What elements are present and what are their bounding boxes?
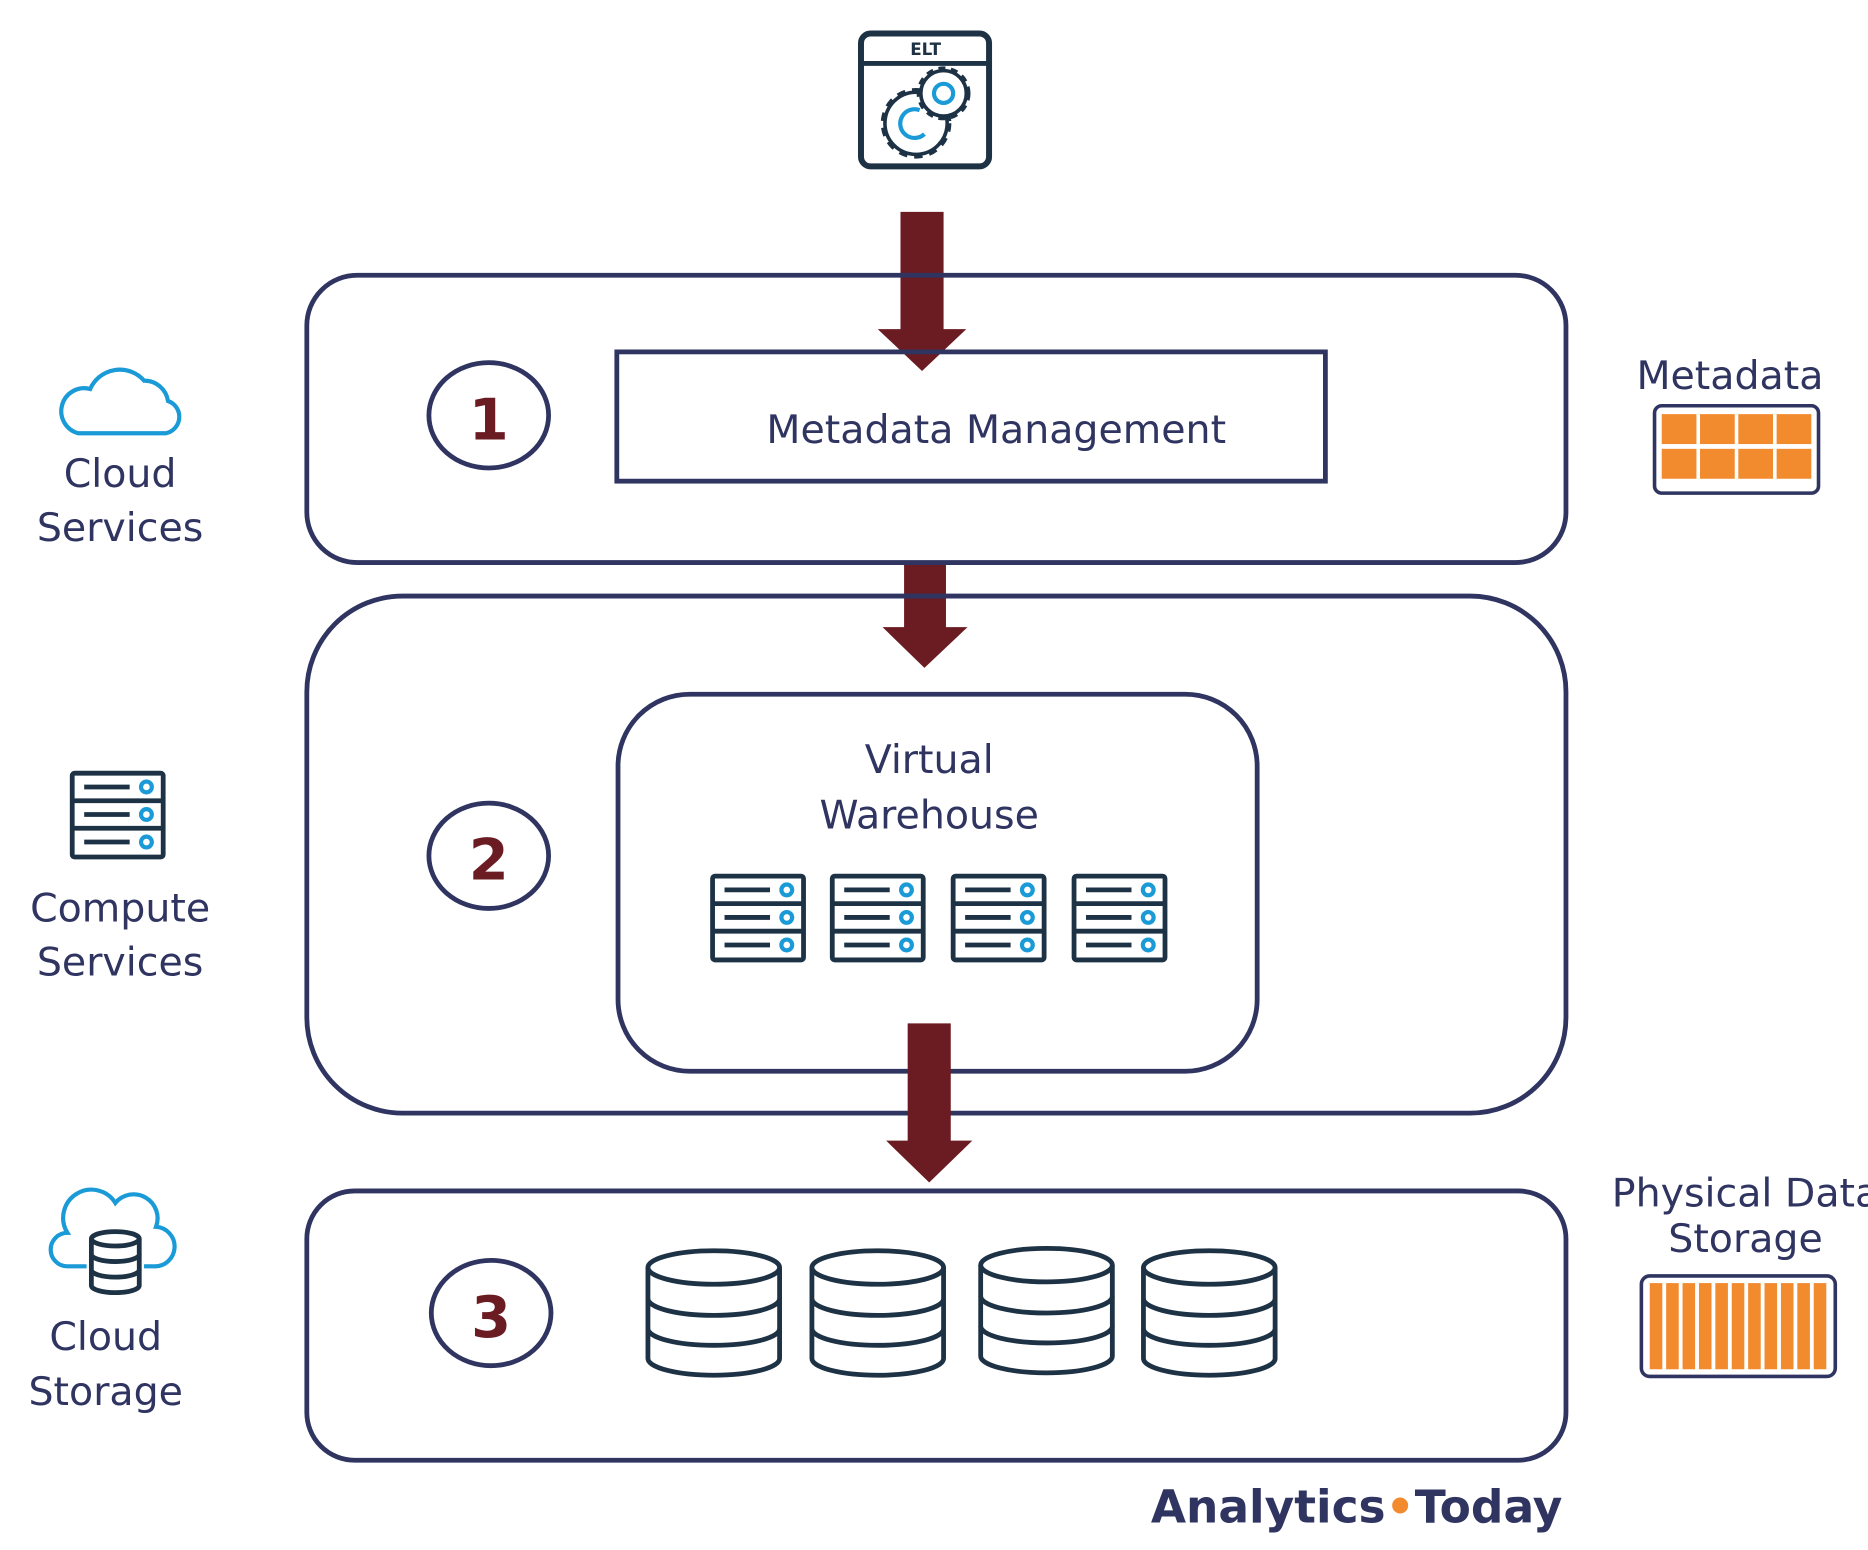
cloud-icon [59,367,182,436]
server-icon [832,876,923,960]
storage-stripe [1649,1283,1663,1370]
storage-stripe [1715,1283,1728,1370]
layer-number-3: 3 [471,1284,511,1351]
server-icon [953,876,1044,960]
physical-storage-label-line1: Physical Data [1612,1170,1868,1216]
gears-icon [880,66,971,159]
logo-dot: • [1386,1480,1415,1533]
elt-label: ELT [910,39,941,59]
cloud-database-icon [48,1187,177,1296]
storage-stripe [1780,1283,1794,1370]
cloud-storage-label-line1: Cloud [49,1314,162,1360]
database-icon [1143,1251,1275,1375]
storage-stripe [1797,1283,1810,1370]
cloud-storage-label-line2: Storage [28,1369,183,1415]
storage-stripe [1666,1283,1679,1370]
compute-services-label-line1: Compute [30,886,210,932]
physical-storage-label-line2: Storage [1668,1216,1823,1262]
analytics-today-logo: Analytics•Today [1151,1480,1563,1533]
arrow-metadata-to-compute [882,564,968,668]
storage-stripe [1748,1283,1761,1370]
metadata-label: Metadata [1636,353,1823,399]
storage-stripe [1764,1283,1778,1370]
storage-stripe [1731,1283,1745,1370]
storage-stripe [1682,1283,1696,1370]
storage-stripe [1698,1283,1712,1370]
server-icon [713,876,804,960]
elt-icon: ELT [857,30,993,170]
layer-number-2: 2 [469,827,509,894]
compute-services-label-line2: Services [37,939,204,985]
database-icon [812,1251,944,1375]
cloud-services-label-line1: Cloud [64,451,177,497]
server-icon [1074,876,1165,960]
logo-part1: Analytics [1151,1480,1386,1533]
metadata-management-label: Metadata Management [766,407,1226,453]
physical-storage-icon [1639,1274,1838,1379]
virtual-warehouse-label-line2: Warehouse [819,792,1038,838]
metadata-grid-icon [1652,403,1821,495]
arrow-compute-to-storage [886,1023,973,1183]
cloud-services-label-line2: Services [37,505,204,551]
storage-stripe [1813,1283,1827,1370]
architecture-diagram: ELT 1 Metadata Management 2 Virtual Ware… [28,30,1868,1533]
server-icon [72,773,163,857]
virtual-warehouse-label-line1: Virtual [865,737,994,783]
layer-number-1: 1 [469,386,509,453]
database-icon [981,1248,1113,1372]
arrow-elt-to-metadata [877,211,967,372]
logo-part2: Today [1415,1480,1563,1533]
database-icon [648,1251,780,1375]
